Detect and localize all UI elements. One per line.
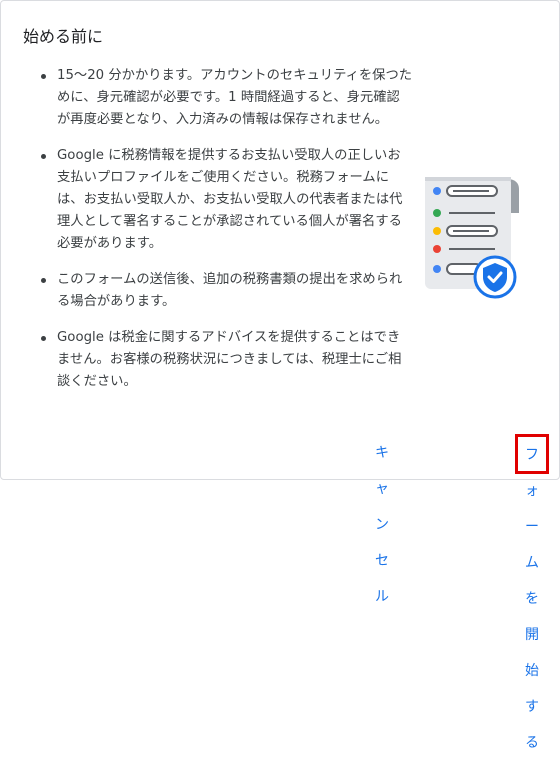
bullet-icon	[41, 336, 46, 341]
bullet-icon	[41, 74, 46, 79]
bullet-icon	[41, 278, 46, 283]
tax-document-verified-icon	[423, 173, 523, 303]
dialog-title: 始める前に	[23, 27, 104, 46]
list-item: Google に税務情報を提供するお支払い受取人の正しいお支払いプロファイルをご…	[41, 145, 413, 255]
bullet-icon	[41, 154, 46, 159]
list-item-text: Google は税金に関するアドバイスを提供することはできません。お客様の税務状…	[57, 330, 402, 389]
list-item-text: このフォームの送信後、追加の税務書類の提出を求められる場合があります。	[57, 272, 403, 309]
list-item: Google は税金に関するアドバイスを提供することはできません。お客様の税務状…	[41, 327, 413, 393]
list-item: 15〜20 分かかります。アカウントのセキュリティを保つために、身元確認が必要で…	[41, 65, 413, 131]
list-item-text: Google に税務情報を提供するお支払い受取人の正しいお支払いプロファイルをご…	[57, 148, 403, 251]
cancel-button[interactable]: キャンセル	[365, 435, 399, 605]
start-form-button[interactable]: フォームを開始する	[515, 434, 549, 751]
list-item-text: 15〜20 分かかります。アカウントのセキュリティを保つために、身元確認が必要で…	[57, 68, 413, 127]
before-you-begin-dialog: 始める前に 15〜20 分かかります。アカウントのセキュリティを保つために、身元…	[0, 0, 560, 751]
list-item: このフォームの送信後、追加の税務書類の提出を求められる場合があります。	[41, 269, 413, 313]
info-list: 15〜20 分かかります。アカウントのセキュリティを保つために、身元確認が必要で…	[41, 65, 413, 407]
